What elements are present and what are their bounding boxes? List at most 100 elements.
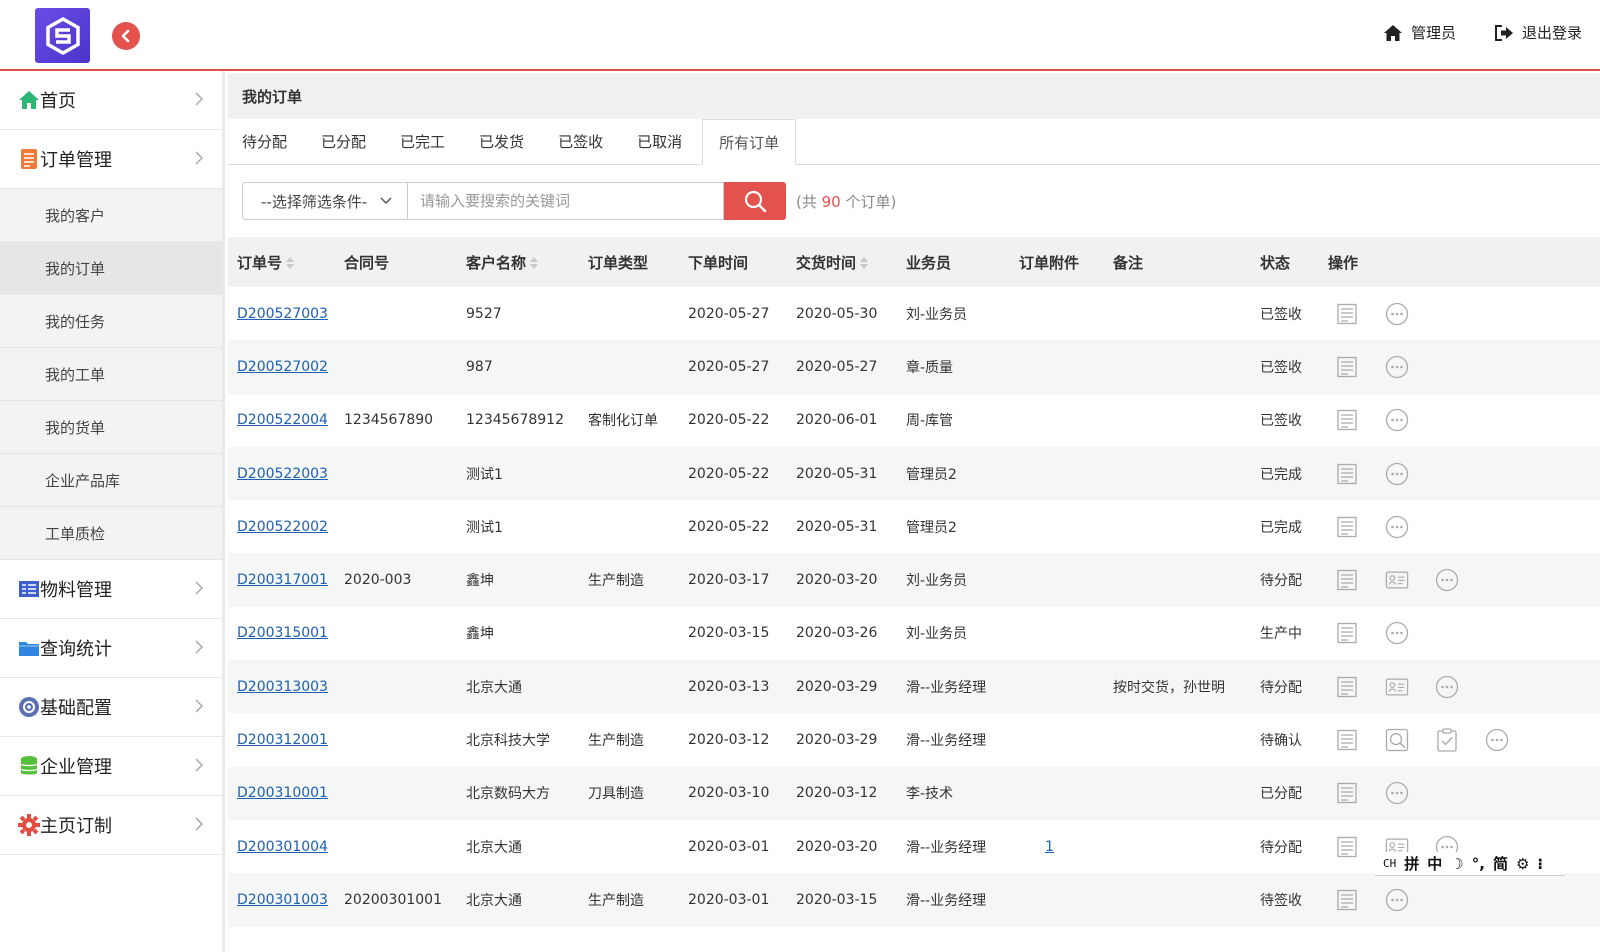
tab-cancelled[interactable]: 已取消 xyxy=(623,118,701,164)
ime-chinese[interactable]: 中 xyxy=(1427,853,1442,874)
cell-contract-no xyxy=(344,766,466,820)
col-header-customer[interactable]: 客户名称 xyxy=(466,237,588,287)
col-header-contract-no: 合同号 xyxy=(344,237,466,287)
order-link[interactable]: D200317001 xyxy=(237,572,328,588)
detail-list-icon[interactable] xyxy=(1335,515,1359,539)
sidebar-item-enterprise[interactable]: 企业管理 xyxy=(0,737,222,796)
cell-customer: 测试1 xyxy=(466,446,588,501)
sidebar-item-home[interactable]: 首页 xyxy=(0,71,222,130)
more-options-icon[interactable] xyxy=(1385,302,1409,326)
tab-all-orders[interactable]: 所有订单 xyxy=(702,119,797,165)
row-actions xyxy=(1328,355,1600,379)
attachment-link[interactable] xyxy=(1019,519,1045,535)
cell-order-type: 生产制造 xyxy=(588,713,688,767)
order-link[interactable]: D200312001 xyxy=(237,732,328,748)
sidebar-sub-my-tasks[interactable]: 我的任务 xyxy=(0,295,222,348)
tab-signed[interactable]: 已签收 xyxy=(544,118,622,164)
attachment-link[interactable] xyxy=(1019,625,1045,641)
order-link[interactable]: D200522004 xyxy=(237,412,328,428)
ime-simplified[interactable]: 简 xyxy=(1493,853,1508,874)
more-options-icon[interactable] xyxy=(1485,728,1509,752)
detail-list-icon[interactable] xyxy=(1335,568,1359,592)
ime-mode-label[interactable]: CH xyxy=(1383,857,1396,870)
tab-completed[interactable]: 已完工 xyxy=(386,118,464,164)
sidebar-item-homepage-custom[interactable]: 主页订制 xyxy=(0,796,222,855)
app-logo[interactable] xyxy=(35,8,90,63)
order-link[interactable]: D200527003 xyxy=(237,306,328,322)
order-link[interactable]: D200522002 xyxy=(237,519,328,535)
attachment-link[interactable] xyxy=(1019,679,1045,695)
sidebar-sub-quality-check[interactable]: 工单质检 xyxy=(0,507,222,560)
attachment-link[interactable] xyxy=(1019,572,1045,588)
detail-list-icon[interactable] xyxy=(1335,302,1359,326)
more-icon[interactable]: ⁝ xyxy=(1537,855,1543,873)
detail-list-icon[interactable] xyxy=(1335,675,1359,699)
sidebar-item-statistics[interactable]: 查询统计 xyxy=(0,619,222,678)
attachment-link[interactable] xyxy=(1019,466,1045,482)
ime-toolbar[interactable]: CH 拼 中 ☽ °, 简 ⚙ ⁝ xyxy=(1375,852,1565,876)
order-link[interactable]: D200527002 xyxy=(237,359,328,375)
more-options-icon[interactable] xyxy=(1385,888,1409,912)
detail-list-icon[interactable] xyxy=(1335,408,1359,432)
order-link[interactable]: D200310001 xyxy=(237,785,328,801)
sidebar-sub-my-shipments[interactable]: 我的货单 xyxy=(0,401,222,454)
detail-list-icon[interactable] xyxy=(1335,621,1359,645)
sidebar-item-order-management[interactable]: 订单管理 xyxy=(0,130,222,189)
more-options-icon[interactable] xyxy=(1385,515,1409,539)
tab-shipped[interactable]: 已发货 xyxy=(465,118,543,164)
tab-pending-assign[interactable]: 待分配 xyxy=(228,118,306,164)
tab-assigned[interactable]: 已分配 xyxy=(307,118,385,164)
detail-list-icon[interactable] xyxy=(1335,781,1359,805)
more-options-icon[interactable] xyxy=(1435,675,1459,699)
more-options-icon[interactable] xyxy=(1385,355,1409,379)
detail-list-icon[interactable] xyxy=(1335,462,1359,486)
col-header-order-no[interactable]: 订单号 xyxy=(228,237,344,287)
more-options-icon[interactable] xyxy=(1385,462,1409,486)
admin-link[interactable]: 管理员 xyxy=(1383,22,1456,43)
detail-list-icon[interactable] xyxy=(1335,835,1359,859)
order-link[interactable]: D200301004 xyxy=(237,839,328,855)
ime-pinyin[interactable]: 拼 xyxy=(1404,853,1419,874)
filter-condition-select[interactable]: --选择筛选条件- xyxy=(242,182,408,220)
more-options-icon[interactable] xyxy=(1385,621,1409,645)
id-card-icon[interactable] xyxy=(1385,568,1409,592)
sidebar-sub-my-customers[interactable]: 我的客户 xyxy=(0,189,222,242)
order-link[interactable]: D200315001 xyxy=(237,625,328,641)
sidebar-sub-my-work-orders[interactable]: 我的工单 xyxy=(0,348,222,401)
more-options-icon[interactable] xyxy=(1385,408,1409,432)
attachment-link[interactable] xyxy=(1019,732,1045,748)
sidebar-sub-product-library[interactable]: 企业产品库 xyxy=(0,454,222,507)
moon-icon[interactable]: ☽ xyxy=(1450,855,1463,873)
more-options-icon[interactable] xyxy=(1385,781,1409,805)
sort-icon[interactable] xyxy=(286,257,295,269)
detail-list-icon[interactable] xyxy=(1335,355,1359,379)
sidebar-sub-my-orders[interactable]: 我的订单 xyxy=(0,242,222,295)
attachment-link[interactable] xyxy=(1019,892,1045,908)
detail-list-icon[interactable] xyxy=(1335,728,1359,752)
col-header-delivery-date[interactable]: 交货时间 xyxy=(796,237,906,287)
clipboard-check-icon[interactable] xyxy=(1435,728,1459,752)
cell-order-date: 2020-05-22 xyxy=(688,446,796,501)
attachment-link[interactable] xyxy=(1019,306,1045,322)
attachment-link[interactable] xyxy=(1019,785,1045,801)
order-link[interactable]: D200301003 xyxy=(237,892,328,908)
inspect-icon[interactable] xyxy=(1385,728,1409,752)
punctuation-icon[interactable]: °, xyxy=(1472,855,1485,873)
sort-icon[interactable] xyxy=(530,257,539,269)
back-button[interactable] xyxy=(112,22,140,50)
order-link[interactable]: D200522003 xyxy=(237,466,328,482)
sidebar-item-base-config[interactable]: 基础配置 xyxy=(0,678,222,737)
attachment-link[interactable] xyxy=(1019,412,1045,428)
id-card-icon[interactable] xyxy=(1385,675,1409,699)
detail-list-icon[interactable] xyxy=(1335,888,1359,912)
attachment-link[interactable] xyxy=(1019,359,1045,375)
search-input[interactable] xyxy=(408,182,724,220)
more-options-icon[interactable] xyxy=(1435,568,1459,592)
search-button[interactable] xyxy=(724,182,786,220)
attachment-link[interactable]: 1 xyxy=(1019,839,1054,855)
order-link[interactable]: D200313003 xyxy=(237,679,328,695)
sort-icon[interactable] xyxy=(860,257,869,269)
settings-icon[interactable]: ⚙ xyxy=(1516,855,1529,873)
sidebar-item-material[interactable]: 物料管理 xyxy=(0,560,222,619)
logout-link[interactable]: 退出登录 xyxy=(1494,22,1582,43)
